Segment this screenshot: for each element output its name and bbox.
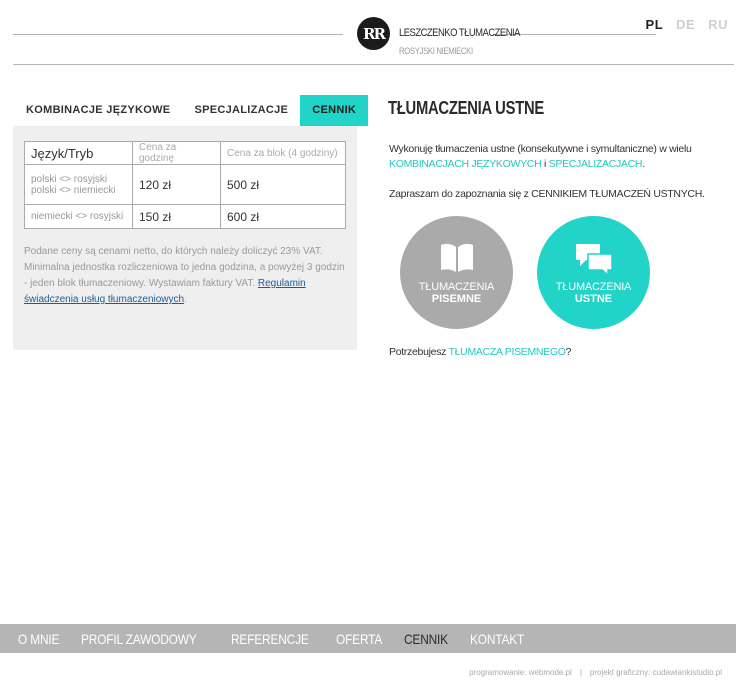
column-header: Język/Tryb (24, 141, 133, 165)
language-pair-cell: polski <> rosyjski polski <> niemiecki (24, 164, 133, 205)
circle-label-bottom: Pisemne (431, 292, 482, 305)
lang-de[interactable]: DE (676, 17, 695, 32)
footer-nav-contact[interactable]: Kontakt (470, 631, 524, 647)
table-row: polski <> rosyjski polski <> niemiecki 1… (24, 164, 346, 205)
brand-subtitle: Rosyjski Niemiecki (399, 46, 473, 56)
pricing-invite-paragraph: Zapraszam do zapoznania się z CENNIKIEM … (389, 187, 734, 202)
intro-paragraph: Wykonuję tłumaczenia ustne (konsekutywne… (389, 142, 734, 172)
price-per-block: 500 zł (220, 164, 346, 205)
column-header: Cena za godzinę (132, 141, 221, 165)
circle-label-top: Tłumaczenia (555, 280, 632, 293)
tab-language-combinations[interactable]: Kombinacje językowe (14, 95, 182, 126)
specializations-link[interactable]: specjalizacjach (549, 158, 643, 170)
footer-nav-profile[interactable]: Profil zawodowy (81, 631, 197, 647)
language-switcher: PL DE RU (646, 17, 728, 32)
intro-text-joiner: i (541, 158, 549, 170)
credit-programming-link[interactable]: programowanie: webmode.pl (469, 668, 572, 677)
price-per-hour: 150 zł (132, 204, 221, 229)
page-title: Tłumaczenia ustne (388, 98, 544, 118)
language-pair: polski <> rosyjski (31, 173, 108, 185)
tab-specializations[interactable]: Specjalizacje (182, 95, 300, 126)
invite-text-end: . (701, 188, 705, 200)
pricing-panel: Język/Tryb Cena za godzinę Cena za blok … (13, 126, 357, 350)
language-pair: polski <> niemiecki (31, 184, 116, 196)
terms-link-suffix: . (184, 294, 187, 305)
written-translator-link[interactable]: tłumacza pisemnego (449, 346, 566, 358)
language-combinations-link[interactable]: kombinacjach językowych (389, 158, 542, 170)
footer-credits: programowanie: webmode.pl | projekt grafic… (465, 668, 726, 677)
tab-bar: Kombinacje językowe Specjalizacje Cennik (14, 95, 369, 126)
tab-pricing[interactable]: Cennik (300, 95, 369, 126)
footer-nav: O mnie Profil zawodowy Referencje Oferta… (0, 624, 736, 653)
price-per-hour: 120 zł (132, 164, 221, 205)
book-icon (440, 243, 473, 272)
lang-ru[interactable]: RU (708, 17, 728, 32)
language-pair: niemiecki <> rosyjski (24, 204, 133, 229)
header-line-left (13, 34, 343, 35)
column-header: Cena za blok (4 godziny) (220, 141, 346, 165)
footer-nav-references[interactable]: Referencje (231, 631, 309, 647)
price-per-block: 600 zł (220, 204, 346, 229)
table-row: niemiecki <> rosyjski 150 zł 600 zł (24, 204, 346, 229)
oral-translation-button[interactable]: Tłumaczenia Ustne (537, 216, 650, 329)
invite-text: Zapraszam do zapoznania się z (389, 188, 532, 200)
footer-nav-about[interactable]: O mnie (18, 631, 59, 647)
written-translation-button[interactable]: Tłumaczenia Pisemne (400, 216, 513, 329)
lang-pl[interactable]: PL (646, 17, 664, 32)
table-header-row: Język/Tryb Cena za godzinę Cena za blok … (24, 141, 346, 165)
credit-separator: | (579, 668, 582, 677)
credit-design-link[interactable]: projekt graficzny: cudawiankistudio.pl (590, 668, 722, 677)
speech-bubbles-icon (575, 243, 613, 275)
prompt-text-end: ? (565, 346, 572, 358)
header-bottom-line (13, 64, 734, 65)
circle-label-top: Tłumaczenia (418, 280, 495, 293)
circle-label-bottom: Ustne (574, 292, 613, 305)
intro-text-end: . (642, 158, 645, 170)
footer-nav-offer[interactable]: Oferta (336, 631, 382, 647)
brand-title[interactable]: Leszczenko Tłumaczenia (399, 27, 520, 39)
logo-icon[interactable]: RR (357, 17, 390, 50)
prompt-text: Potrzebujesz (389, 346, 449, 358)
intro-text: Wykonuję tłumaczenia ustne (konsekutywne… (389, 143, 692, 155)
invite-emphasis: CENNIKIEM TŁUMACZEŃ USTNYCH (531, 188, 702, 200)
pricing-note: Podane ceny są cenami netto, do których … (24, 244, 346, 308)
price-table: Język/Tryb Cena za godzinę Cena za blok … (24, 141, 346, 229)
footer-nav-pricing[interactable]: Cennik (404, 631, 448, 647)
written-prompt-paragraph: Potrzebujesz tłumacza pisemnego? (389, 345, 734, 360)
